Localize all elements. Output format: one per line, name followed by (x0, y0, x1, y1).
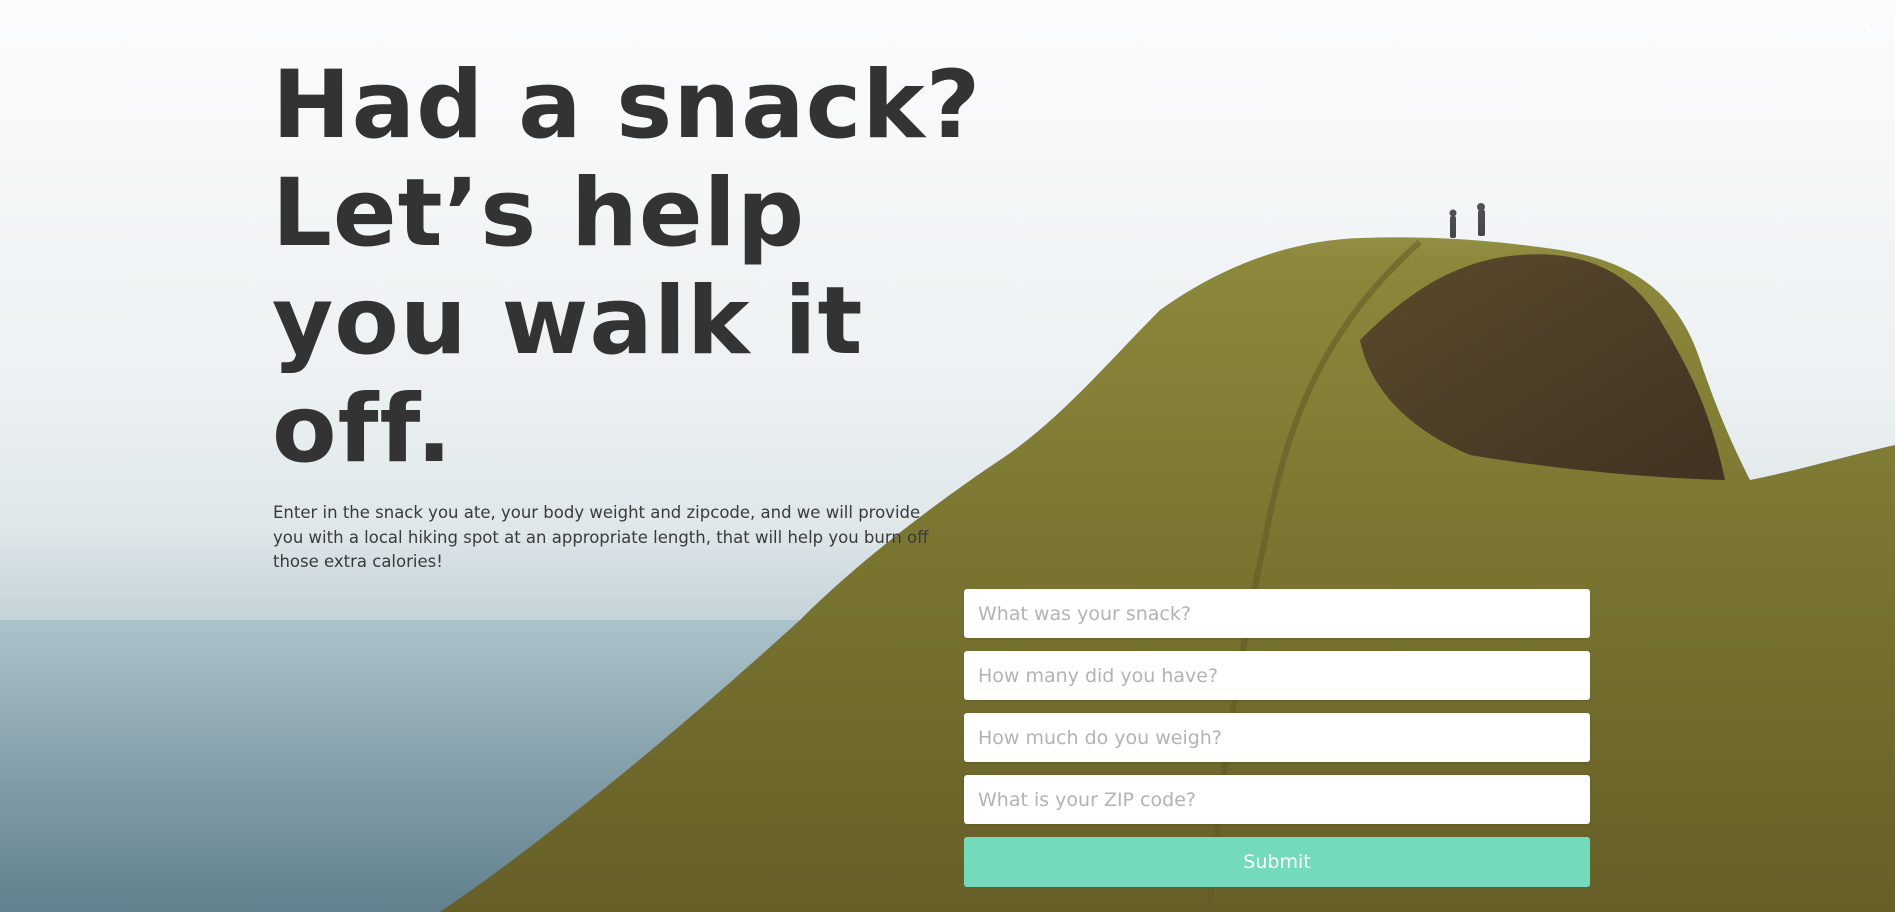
headline-line: you walk it (272, 267, 864, 376)
close-icon[interactable] (1859, 20, 1873, 34)
submit-button[interactable]: Submit (964, 837, 1590, 887)
headline-line: Let’s help (272, 159, 806, 268)
weight-input[interactable] (964, 713, 1590, 762)
landing-page: Had a snack? Let’s help you walk it off.… (0, 0, 1895, 912)
headline-line: off. (272, 375, 453, 484)
hike-form: Submit (964, 589, 1590, 887)
intro-text: Enter in the snack you ate, your body we… (273, 503, 929, 571)
headline-line: Had a snack? (272, 51, 982, 160)
zip-input[interactable] (964, 775, 1590, 824)
quantity-input[interactable] (964, 651, 1590, 700)
snack-input[interactable] (964, 589, 1590, 638)
page-headline: Had a snack? Let’s help you walk it off. (272, 52, 981, 484)
